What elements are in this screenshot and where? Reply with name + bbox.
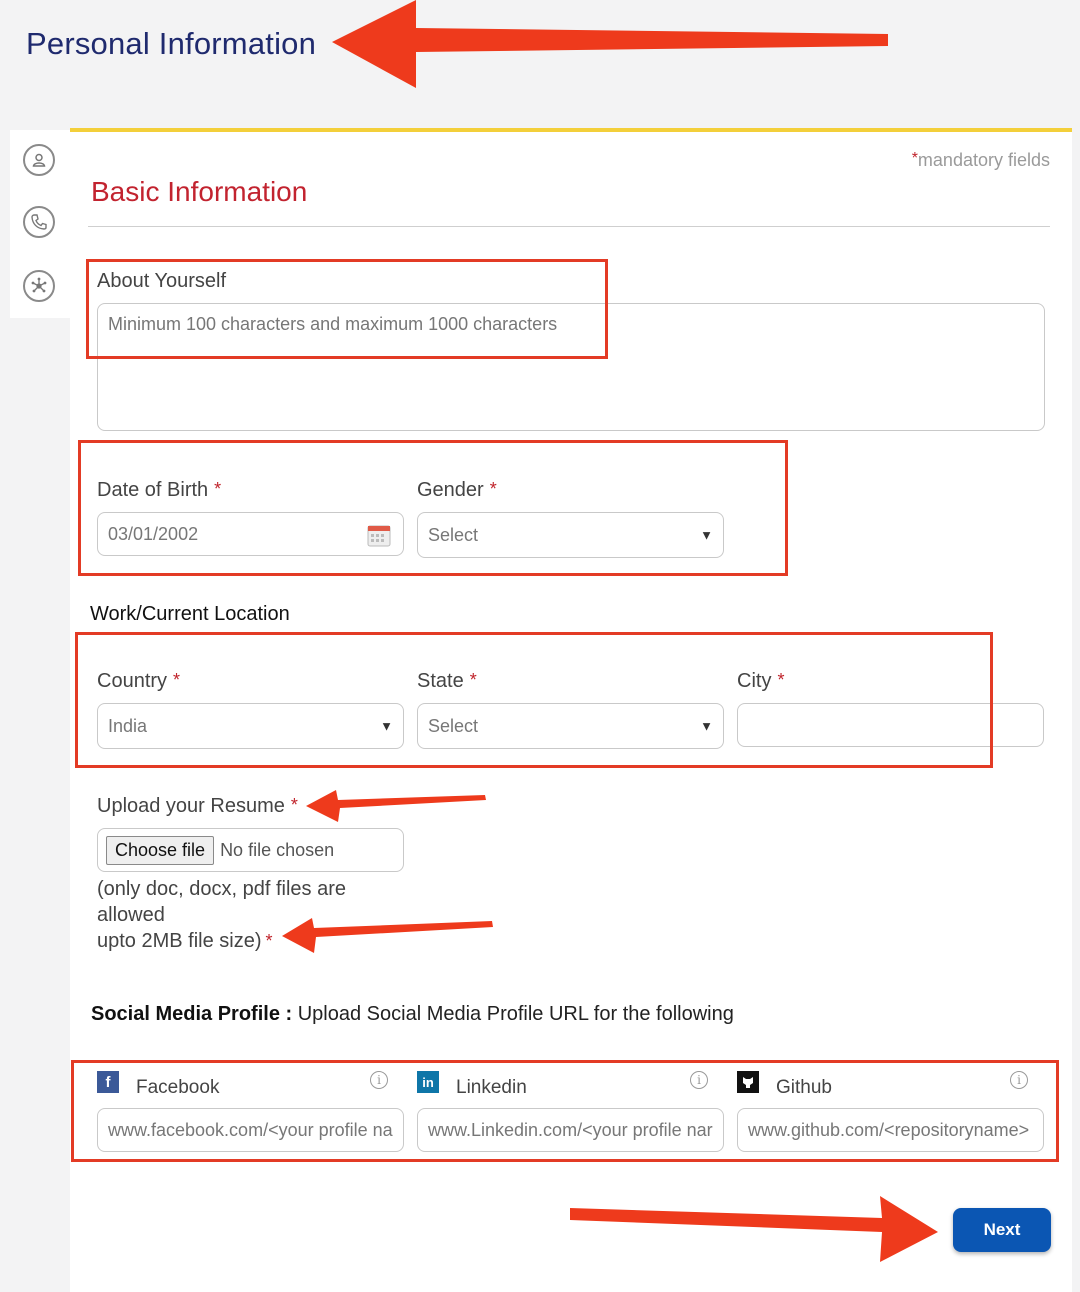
- arrow-hint: [282, 918, 493, 953]
- arrow-title: [332, 0, 888, 88]
- annotation-arrows: [282, 0, 938, 1262]
- arrow-next: [570, 1196, 938, 1262]
- arrow-resume: [306, 790, 486, 822]
